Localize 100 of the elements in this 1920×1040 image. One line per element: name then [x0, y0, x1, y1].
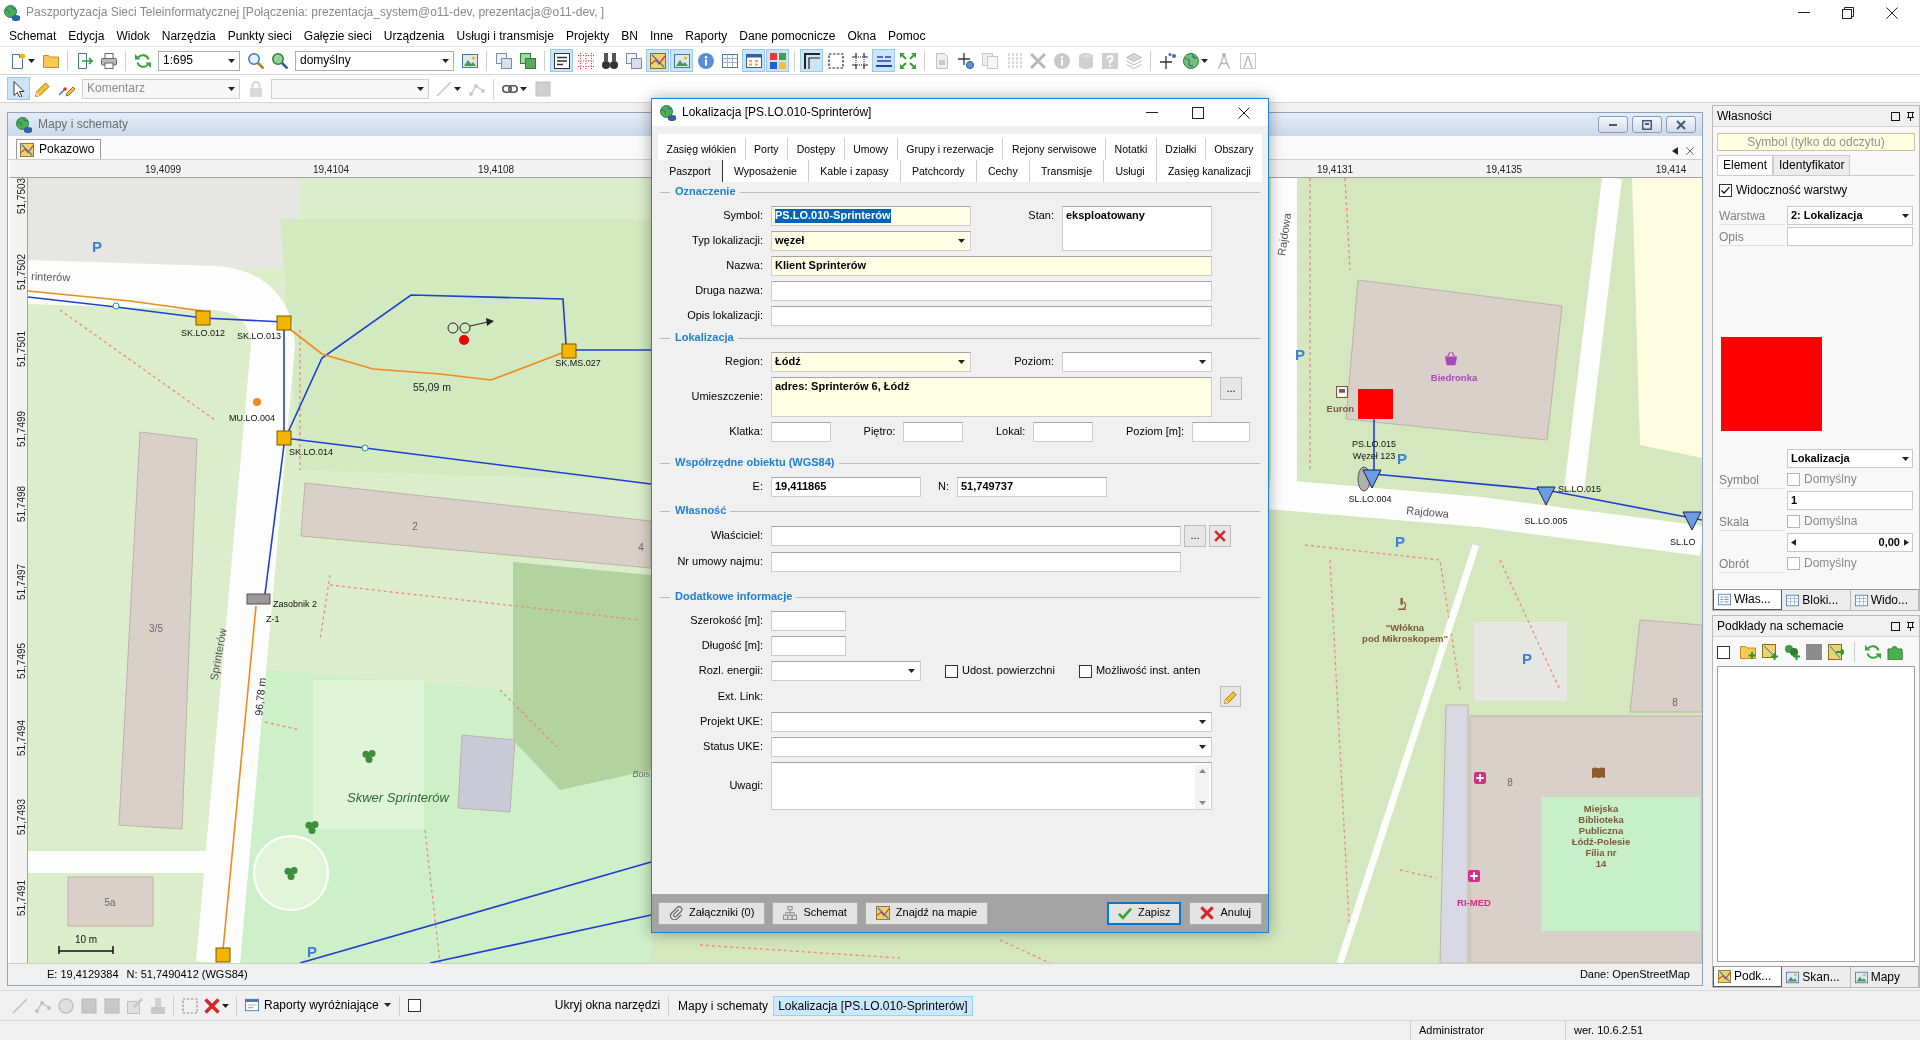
- magnifier-icon[interactable]: [247, 52, 264, 69]
- tab[interactable]: Działki: [1156, 138, 1206, 160]
- restore-button[interactable]: [1632, 116, 1662, 133]
- tab[interactable]: Włas...: [1713, 590, 1783, 610]
- menu-item[interactable]: Okna: [841, 24, 883, 47]
- tab[interactable]: Kable i zapasy: [809, 160, 901, 182]
- minimize-button[interactable]: [1598, 116, 1628, 133]
- scroll-down-icon[interactable]: [1198, 801, 1206, 805]
- cross-icon[interactable]: [204, 997, 220, 1014]
- map-plus-icon[interactable]: [1762, 644, 1778, 660]
- windows-icon[interactable]: [495, 52, 512, 69]
- tab[interactable]: Wido...: [1850, 590, 1919, 610]
- picture-icon[interactable]: [461, 52, 478, 69]
- folder-icon[interactable]: [42, 52, 59, 69]
- tab[interactable]: Porty: [745, 138, 789, 160]
- attachments-button[interactable]: Załączniki (0): [658, 901, 766, 925]
- tab[interactable]: Mapy: [1850, 967, 1919, 987]
- schema-button[interactable]: Schemat: [772, 901, 858, 925]
- new-document-icon[interactable]: [10, 52, 26, 69]
- dropdown-field[interactable]: 2: Lokalizacja: [1787, 206, 1913, 226]
- decrease-icon[interactable]: [1791, 539, 1796, 547]
- dropdown-field[interactable]: [771, 712, 1212, 732]
- tab[interactable]: Wyposażenie: [722, 160, 810, 182]
- menu-item[interactable]: Pomoc: [882, 24, 932, 47]
- tab[interactable]: Cechy: [976, 160, 1030, 182]
- crosshair-icon[interactable]: [1159, 52, 1176, 69]
- menu-item[interactable]: Urządzenia: [377, 24, 451, 47]
- text-area[interactable]: adres: Sprinterów 6, Łódź: [771, 377, 1212, 417]
- checkbox[interactable]: [407, 999, 421, 1012]
- input-field[interactable]: [1033, 422, 1094, 442]
- document-arrow-icon[interactable]: [76, 52, 93, 69]
- tab[interactable]: Pokazowo: [16, 139, 102, 159]
- dropdown-field[interactable]: [771, 661, 921, 681]
- save-button[interactable]: Zapisz: [1107, 901, 1182, 925]
- checkbox[interactable]: [945, 664, 958, 678]
- pin-icon[interactable]: [1906, 111, 1915, 121]
- input-field[interactable]: [771, 422, 831, 442]
- refresh-icon[interactable]: [1865, 644, 1881, 660]
- menu-item[interactable]: Gałęzie sieci: [297, 24, 378, 47]
- input-field[interactable]: [771, 526, 1181, 546]
- number-spinner[interactable]: 0,00: [1787, 533, 1913, 553]
- magnifier-icon[interactable]: [271, 52, 288, 69]
- browse-button[interactable]: ...: [1184, 525, 1206, 547]
- hide-tools-button[interactable]: Ukryj okna narzędzi: [550, 998, 665, 1013]
- tab[interactable]: Usługi: [1104, 160, 1157, 182]
- menu-item[interactable]: Dane pomocnicze: [733, 24, 842, 47]
- close-icon[interactable]: [1238, 106, 1250, 119]
- tab[interactable]: Umowy: [844, 138, 898, 160]
- pin-icon[interactable]: [1906, 621, 1915, 631]
- tab[interactable]: Rejony serwisowe: [1003, 138, 1107, 160]
- checkbox[interactable]: [1717, 645, 1730, 659]
- edit-button[interactable]: [1220, 686, 1241, 707]
- input-field[interactable]: [771, 306, 1212, 326]
- menu-item[interactable]: Schemat: [3, 24, 63, 47]
- menu-item[interactable]: Inne: [643, 24, 680, 47]
- input-field[interactable]: 1: [1787, 491, 1913, 511]
- tab[interactable]: Patchcordy: [900, 160, 977, 182]
- input-field[interactable]: [771, 281, 1212, 301]
- scrollbar[interactable]: [1195, 765, 1209, 809]
- tab[interactable]: Element: [1717, 155, 1774, 175]
- tab[interactable]: Podk...: [1713, 967, 1783, 987]
- reports-dropdown[interactable]: Raporty wyróżniające: [241, 998, 395, 1013]
- dropdown-field[interactable]: [1062, 352, 1212, 372]
- refresh-icon[interactable]: [134, 52, 151, 69]
- dropdown-field[interactable]: Łódź: [771, 352, 971, 372]
- input-field[interactable]: [771, 611, 846, 631]
- tab[interactable]: Bloki...: [1782, 590, 1851, 610]
- dropdown-field[interactable]: Lokalizacja: [1787, 449, 1913, 469]
- menu-item[interactable]: Punkty sieci: [221, 24, 298, 47]
- puzzle-icon[interactable]: [1887, 644, 1903, 660]
- find-on-map-button[interactable]: Znajdź na mapie: [864, 901, 989, 925]
- tab[interactable]: Identyfikator: [1773, 155, 1851, 175]
- increase-icon[interactable]: [1904, 539, 1909, 547]
- dropdown-field[interactable]: [771, 737, 1212, 757]
- menu-item[interactable]: Raporty: [679, 24, 734, 47]
- dotted-grid-icon[interactable]: [577, 52, 594, 69]
- input-field[interactable]: Klient Sprinterów: [771, 256, 1212, 276]
- tab[interactable]: Grupy i rezerwacje: [897, 138, 1004, 160]
- tab[interactable]: Dostępy: [788, 138, 845, 160]
- window-tab[interactable]: Lokalizacja [PS.LO.010-Sprinterów]: [773, 995, 973, 1016]
- tab[interactable]: Transmisje: [1029, 160, 1105, 182]
- table-icon[interactable]: [721, 52, 738, 69]
- binoculars-icon[interactable]: [601, 52, 618, 69]
- dropdown-field[interactable]: węzeł: [771, 231, 971, 251]
- input-field[interactable]: [1192, 422, 1250, 442]
- tab[interactable]: Notatki: [1106, 138, 1157, 160]
- stacked-squares-icon[interactable]: [519, 52, 536, 69]
- menu-item[interactable]: Narzędzia: [155, 24, 222, 47]
- input-field[interactable]: [771, 552, 1181, 572]
- view-dropdown[interactable]: domyślny: [295, 50, 454, 71]
- scale-dropdown[interactable]: 1:695: [158, 50, 240, 71]
- dashed-frame-icon[interactable]: [827, 52, 844, 69]
- input-field[interactable]: PS.LO.010-Sprinterów: [771, 206, 971, 226]
- text-area[interactable]: eksploatowany: [1062, 206, 1212, 251]
- globe-icon[interactable]: [1183, 52, 1199, 69]
- tab[interactable]: Zasięg kanalizacji: [1156, 160, 1262, 182]
- close-icon[interactable]: [1886, 6, 1898, 19]
- window-tab[interactable]: Mapy i schematy: [673, 995, 774, 1016]
- expand-arrows-icon[interactable]: [899, 52, 916, 69]
- folder-plus-icon[interactable]: [1740, 644, 1756, 660]
